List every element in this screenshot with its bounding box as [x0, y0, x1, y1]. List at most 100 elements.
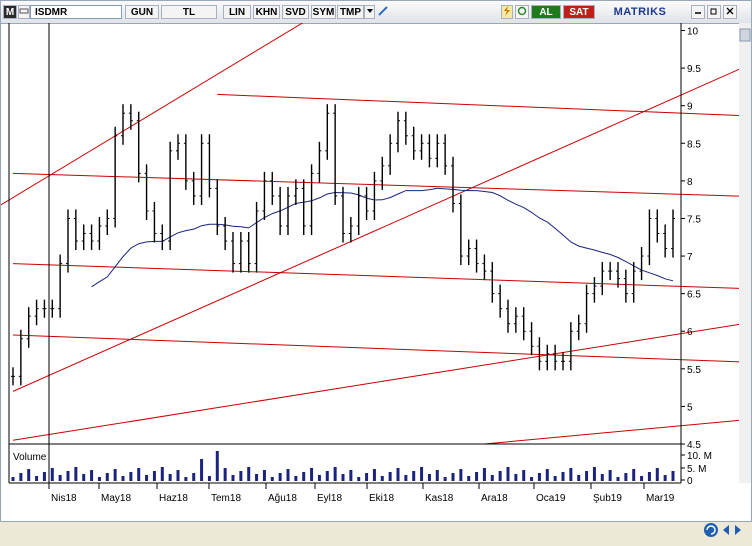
volume-bar [42, 472, 46, 481]
sym-button[interactable]: SYM [311, 5, 336, 19]
draw-tool-icon[interactable] [377, 5, 389, 19]
volume-bar [420, 467, 424, 481]
volume-bar [50, 468, 54, 481]
restore-icon [710, 8, 717, 15]
tmp-button[interactable]: TMP [337, 5, 364, 19]
volume-bar [58, 475, 62, 481]
volume-bar [569, 468, 573, 481]
restore-button[interactable] [707, 5, 721, 19]
chart-window: M ISDMR GUN TL LIN KHN SVD SYM TMP AL SA… [0, 0, 752, 537]
volume-bar [113, 469, 117, 481]
volume-bar [19, 473, 23, 481]
volume-bar [545, 469, 549, 481]
volume-bar [317, 475, 321, 481]
lightning-icon [504, 6, 510, 16]
scrollbar-thumb[interactable] [739, 28, 751, 42]
link-icon[interactable] [18, 5, 30, 19]
date-axis: Nis18 May18 Haz18 Tem18 Ağu18 Eyl18 Eki18 Kas18… [48, 483, 675, 504]
date-tick-label: Kas18 [425, 493, 454, 504]
volume-bar [522, 470, 526, 481]
trend-channels [0, 7, 752, 445]
volume-tick-label: 10. M [687, 451, 712, 462]
buy-button[interactable]: AL [531, 5, 561, 19]
volume-bar [223, 468, 227, 481]
chart-area[interactable]: 10 9.5 9 8.5 8 7.5 7 6.5 6 5.5 5 4.5 Volume 10. M 5.… [0, 7, 752, 537]
period-button[interactable]: GUN [125, 5, 159, 19]
sell-button[interactable]: SAT [563, 5, 595, 19]
volume-bar [239, 471, 243, 481]
volume-bar [262, 470, 266, 481]
link-icon-glyph [19, 8, 29, 14]
volume-bar [632, 469, 636, 481]
symbol-input[interactable]: ISDMR [30, 5, 122, 19]
volume-bar [655, 468, 659, 481]
volume-bar [443, 477, 447, 481]
volume-bar [624, 473, 628, 481]
date-tick-label: May18 [101, 493, 131, 504]
volume-bar [380, 476, 384, 481]
volume-bar [490, 475, 494, 481]
price-tick-label: 6 [687, 327, 693, 338]
close-button[interactable] [723, 5, 737, 19]
price-tick-label: 8.5 [687, 139, 701, 150]
volume-bar [647, 472, 651, 481]
currency-button[interactable]: TL [161, 5, 217, 19]
scroll-arrows-icon[interactable] [701, 519, 743, 541]
flash-icon[interactable] [501, 5, 513, 19]
volume-bar [192, 473, 196, 481]
volume-bar [333, 467, 337, 481]
volume-bar [129, 472, 133, 481]
volume-bar [435, 470, 439, 481]
volume-bar [671, 471, 675, 481]
volume-tick-label: 5. M [687, 464, 706, 475]
volume-bar [396, 468, 400, 481]
date-tick-label: Mar19 [646, 493, 675, 504]
price-tick-label: 5 [687, 402, 693, 413]
volume-label: Volume [13, 452, 47, 463]
trend-line [12, 62, 752, 392]
volume-bar [278, 473, 282, 481]
price-tick-label: 10 [687, 27, 699, 38]
volume-bar [200, 459, 204, 481]
volume-bar [105, 473, 109, 481]
tmp-dropdown-icon[interactable] [364, 5, 375, 19]
trend-line [12, 263, 752, 290]
khn-button[interactable]: KHN [253, 5, 280, 19]
volume-bar [427, 474, 431, 481]
svd-button[interactable]: SVD [282, 5, 309, 19]
volume-bar [121, 476, 125, 481]
volume-bar [176, 470, 180, 481]
volume-bar [616, 477, 620, 481]
price-tick-label: 7 [687, 252, 693, 263]
volume-bar [553, 476, 557, 481]
linear-scale-button[interactable]: LIN [223, 5, 251, 19]
refresh-icon[interactable] [515, 5, 529, 19]
volume-bar [255, 474, 259, 481]
volume-bar [585, 471, 589, 481]
volume-bar [215, 451, 219, 481]
volume-bar [514, 474, 518, 481]
volume-bar [152, 471, 156, 481]
price-tick-label: 5.5 [687, 365, 701, 376]
date-tick-label: Eyl18 [317, 493, 342, 504]
window-menu-button[interactable]: M [3, 5, 17, 19]
volume-bar [90, 470, 94, 481]
volume-bar [467, 476, 471, 481]
volume-bar [11, 477, 15, 481]
volume-bar [349, 470, 353, 481]
date-tick-label: Haz18 [159, 493, 188, 504]
volume-bar [451, 473, 455, 481]
price-tick-label: 9.5 [687, 64, 701, 75]
volume-bar [231, 475, 235, 481]
volume-bar [168, 474, 172, 481]
volume-bar [412, 471, 416, 481]
volume-bar [600, 474, 604, 481]
vertical-scrollbar[interactable] [739, 23, 751, 483]
chart-navigation[interactable] [701, 519, 743, 541]
volume-bar [35, 476, 39, 481]
minimize-button[interactable] [691, 5, 705, 19]
price-chart[interactable]: 10 9.5 9 8.5 8 7.5 7 6.5 6 5.5 5 4.5 Volume 10. M 5.… [0, 7, 752, 523]
volume-bar [160, 467, 164, 481]
volume-bar [294, 476, 298, 481]
date-tick-label: Eki18 [369, 493, 394, 504]
